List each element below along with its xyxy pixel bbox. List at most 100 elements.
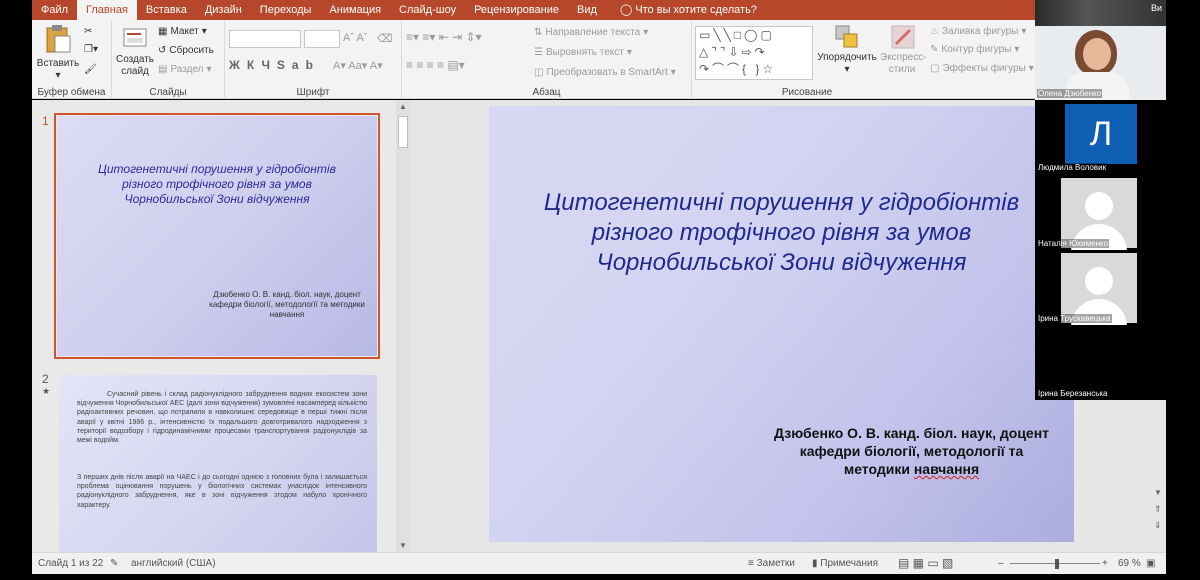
zoom-in-icon[interactable]: + [1102,558,1108,569]
quick-styles-button[interactable]: Экспресс- стили [880,52,927,76]
slide-counter: Слайд 1 из 22 [38,558,104,569]
video-tile-2[interactable]: Л Людмила Воловик [1035,100,1166,174]
ribbon: Вставить ▾ ✂ ❐▾ 🖌 Буфер обмена Создать с… [32,20,1035,99]
main-slide[interactable]: Цитогенетичні порушення у гідробіонтів р… [489,106,1074,542]
tab-slideshow[interactable]: Слайд-шоу [390,0,465,20]
shape-fill-button[interactable]: ♨ Заливка фигуры ▾ [930,26,1026,37]
format-painter-icon[interactable]: 🖌 [84,64,97,75]
smartart-icon: ◫ [534,67,544,78]
tab-animations[interactable]: Анимация [320,0,390,20]
tab-review[interactable]: Рецензирование [465,0,568,20]
tell-me-label: Что вы хотите сделать? [635,4,757,16]
spellcheck-icon[interactable]: ✎ [110,558,118,569]
ribbon-tab-bar: Файл Главная Вставка Дизайн Переходы Ани… [32,0,1035,20]
previous-slide-icon[interactable]: ⇑ [1154,504,1162,515]
thumbnail-scrollbar[interactable]: ▲ ▼ [396,100,410,552]
paste-label: Вставить [36,58,80,69]
slide-number: 1 [42,114,49,128]
chevron-down-icon: ▾ [55,70,61,81]
copy-icon[interactable]: ❐▾ [84,44,98,55]
participant-initial-avatar: Л [1065,104,1137,164]
font-name-input[interactable] [229,30,301,48]
slides-group-label: Слайды [149,87,187,98]
scroll-down-icon[interactable]: ▼ [399,541,407,550]
clipboard-group-label: Буфер обмена [37,87,106,98]
tell-me-box[interactable]: ◯ Что вы хотите сделать? [606,0,757,20]
zoom-slider-thumb[interactable] [1055,559,1060,569]
font-color-icon[interactable]: A▾ Aa▾ A▾ [333,59,383,72]
font-group-label: Шрифт [296,87,330,98]
notes-button[interactable]: ≡ Заметки [748,558,795,569]
font-size-input[interactable] [304,30,340,48]
reset-label: Сбросить [169,45,214,56]
tab-transitions[interactable]: Переходы [251,0,321,20]
reset-icon: ↺ [158,45,167,56]
group-paragraph: ≡▾ ≡▾ ⇤ ⇥ ⇕▾ ⇅ Направление текста ▾ ☰ Выров… [402,20,692,99]
shape-effects-button[interactable]: ▢ Эффекты фигуры ▾ [930,63,1034,74]
paint-bucket-icon: ♨ [930,26,939,37]
reset-button[interactable]: ↺ Сбросить [158,45,214,56]
participant-face [1083,38,1111,70]
shapes-gallery[interactable]: ▭╲╲□◯▢ △⌝⌝⇩⇨↷ ↷⌒⌒{ }☆ [695,26,813,80]
lightbulb-icon: ◯ [619,4,633,16]
group-clipboard: Вставить ▾ ✂ ❐▾ 🖌 Буфер обмена [32,20,112,99]
align-text-button[interactable]: ☰ Выровнять текст ▾ [534,47,632,58]
slide-author[interactable]: Дзюбенко О. В. канд. біол. наук, доцент … [759,424,1064,478]
participant-name: Наталія Юхименко [1037,239,1110,248]
zoom-out-icon[interactable]: – [998,558,1004,569]
next-slide-icon[interactable]: ⇓ [1154,520,1162,531]
layout-button[interactable]: ▦ Макет ▾ [158,26,207,37]
section-label: Раздел [170,64,204,75]
tab-file[interactable]: Файл [32,0,77,20]
slide-title[interactable]: Цитогенетичні порушення у гідробіонтів р… [519,188,1044,278]
scrollbar-thumb[interactable] [398,116,408,148]
paste-button[interactable]: Вставить ▾ [36,24,80,82]
list-icons[interactable]: ≡▾ ≡▾ ⇤ ⇥ ⇕▾ [406,30,482,44]
font-grow-icon[interactable]: Aˆ Aˇ [343,32,367,44]
video-tile-5[interactable]: Ірина Березанська [1035,326,1166,400]
video-tile-1[interactable]: Олена Дзюбенко [1035,26,1166,100]
new-slide-button[interactable]: Создать слайд [115,24,155,78]
app-window: Файл Главная Вставка Дизайн Переходы Ани… [0,0,1200,580]
cut-icon[interactable]: ✂ [84,26,92,37]
arrange-button[interactable]: Упорядочить ▾ [814,52,880,76]
slide-thumbnail-2[interactable]: Сучасний рівень і склад радіонуклідного … [59,375,377,552]
smartart-button[interactable]: ◫ Преобразовать в SmartArt ▾ [534,67,676,78]
group-font: Aˆ Aˇ ⌫ ЖКЧSab A▾ Aa▾ A▾ Шрифт [225,20,402,99]
video-tile-3[interactable]: Наталія Юхименко [1035,176,1166,250]
new-slide-label-2: слайд [121,66,149,77]
tab-home[interactable]: Главная [77,0,137,20]
shape-fill-label: Заливка фигуры [941,26,1019,37]
fit-slide-icon[interactable]: ▣ [1146,558,1155,569]
tab-insert[interactable]: Вставка [137,0,196,20]
slide-thumbnail-1[interactable]: Цитогенетичні порушення у гідробіонтів р… [54,113,380,359]
slide-thumbnail-panel: 1 Цитогенетичні порушення у гідробіонтів… [32,100,410,552]
person-avatar-icon [1061,253,1137,325]
tab-view[interactable]: Вид [568,0,606,20]
align-text-label: Выровнять текст [545,47,624,58]
participant-name: Людмила Воловик [1037,163,1108,172]
view-buttons[interactable]: ▤ ▦ ▭ ▧ [898,556,953,570]
layout-icon: ▦ [158,26,168,37]
zoom-level[interactable]: 69 % [1118,558,1141,569]
animation-star-icon: ★ [42,386,51,396]
section-button[interactable]: ▤ Раздел ▾ [158,64,212,75]
comments-button[interactable]: ▮ Примечания [812,558,878,569]
section-icon: ▤ [158,64,168,75]
scroll-down-icon[interactable]: ▼ [1154,488,1162,497]
language-label[interactable]: английский (США) [131,558,216,569]
clear-format-icon[interactable]: ⌫ [377,32,393,45]
camera-feed-top [1035,0,1166,26]
video-conference-panel: Ви Олена Дзюбенко Л Людмила Воловик Ната… [1035,0,1166,400]
quick-styles-label-2: стили [888,64,916,75]
person-avatar-icon [1061,178,1137,250]
format-buttons[interactable]: ЖКЧSab [229,58,320,72]
text-direction-label: Направление текста [545,27,641,38]
tab-design[interactable]: Дизайн [196,0,251,20]
align-icons[interactable]: ≡ ≡ ≡ ≡ ▤▾ [406,58,465,72]
shape-outline-button[interactable]: ✎ Контур фигуры ▾ [930,44,1019,55]
layout-label: Макет [170,26,199,37]
scroll-up-icon[interactable]: ▲ [399,102,407,111]
video-tile-4[interactable]: Ірина Трускавецька [1035,251,1166,325]
text-direction-button[interactable]: ⇅ Направление текста ▾ [534,27,648,38]
